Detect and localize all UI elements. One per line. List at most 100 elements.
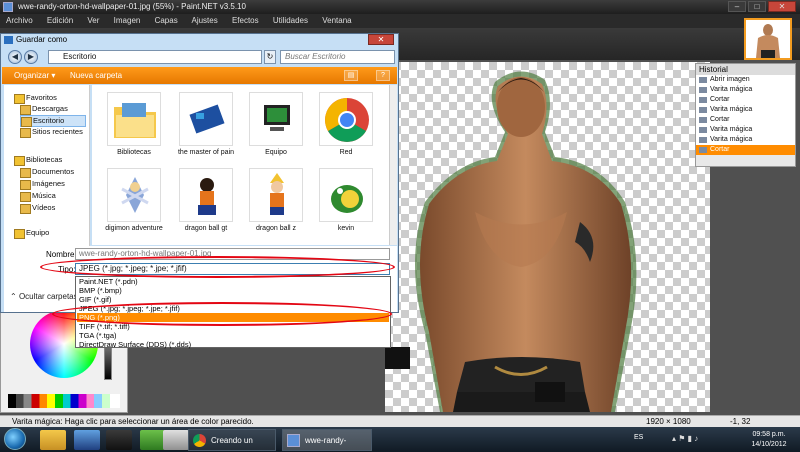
computer-icon bbox=[249, 92, 303, 146]
file-item[interactable]: dragon ball gt bbox=[176, 168, 236, 233]
history-item[interactable]: Varita mágica bbox=[696, 105, 795, 115]
file-label: dragon ball gt bbox=[184, 225, 228, 232]
organize-button[interactable]: Organizar ▾ bbox=[14, 67, 55, 84]
type-option[interactable]: BMP (*.bmp) bbox=[77, 286, 389, 295]
history-item[interactable]: Varita mágica bbox=[696, 125, 795, 135]
menu-archivo[interactable]: Archivo bbox=[6, 16, 33, 25]
clock-time: 09:58 p.m. bbox=[752, 431, 786, 438]
taskbar-chrome-task[interactable]: Creando un nuev... bbox=[188, 429, 276, 451]
task-label: wwe-randy-orton... bbox=[305, 436, 347, 445]
menu-efectos[interactable]: Efectos bbox=[232, 16, 259, 25]
address-bar[interactable]: Escritorio bbox=[48, 50, 262, 64]
dialog-command-bar: Organizar ▾ Nueva carpeta ▤ ? bbox=[2, 67, 397, 84]
paintnet-titlebar: wwe-randy-orton-hd-wallpaper-01.jpg (55%… bbox=[0, 0, 800, 14]
image-icon bbox=[319, 168, 373, 222]
chrome-icon bbox=[193, 434, 206, 447]
save-dialog-icon bbox=[4, 36, 13, 44]
nav-escritorio[interactable]: Escritorio bbox=[20, 115, 86, 127]
status-text: Varita mágica: Haga clic para selecciona… bbox=[12, 417, 254, 426]
nav-sitios-recientes[interactable]: Sitios recientes bbox=[20, 127, 83, 138]
image-icon bbox=[249, 168, 303, 222]
app-icon[interactable] bbox=[163, 430, 189, 450]
wrestler-image bbox=[385, 71, 637, 412]
paintnet-app-icon bbox=[3, 2, 13, 12]
nav-equipo[interactable]: Equipo bbox=[14, 228, 49, 239]
task-label: Creando un nuev... bbox=[211, 436, 253, 445]
nav-imagenes[interactable]: Imágenes bbox=[20, 179, 65, 190]
dialog-titlebar: Guardar como bbox=[0, 33, 399, 47]
dialog-close-button[interactable]: ✕ bbox=[368, 34, 394, 45]
forward-icon[interactable]: ▶ bbox=[24, 50, 38, 64]
file-item[interactable]: Equipo bbox=[246, 92, 306, 157]
search-input[interactable]: Buscar Escritorio bbox=[280, 50, 395, 64]
maximize-button[interactable]: □ bbox=[748, 1, 766, 12]
close-button[interactable]: ✕ bbox=[768, 1, 796, 12]
file-item[interactable]: dragon ball z bbox=[246, 168, 306, 233]
clock-date: 14/10/2012 bbox=[751, 441, 787, 448]
type-option[interactable]: TGA (*.tga) bbox=[77, 331, 389, 340]
history-toolbar bbox=[696, 155, 795, 166]
thumbnail-figure-icon bbox=[746, 20, 790, 58]
image-thumbnail[interactable] bbox=[744, 18, 792, 60]
file-item[interactable]: Red bbox=[316, 92, 376, 157]
nav-favorites[interactable]: Favoritos bbox=[14, 93, 57, 104]
history-item[interactable]: Varita mágica bbox=[696, 135, 795, 145]
history-item[interactable]: Varita mágica bbox=[696, 85, 795, 95]
start-button[interactable] bbox=[4, 428, 26, 450]
menu-ajustes[interactable]: Ajustes bbox=[191, 16, 217, 25]
annotation-ring-png bbox=[52, 302, 392, 326]
file-label: Bibliotecas bbox=[117, 149, 151, 156]
hide-folders-label: Ocultar carpetas bbox=[18, 292, 78, 301]
help-icon[interactable]: ? bbox=[376, 70, 390, 81]
menu-utilidades[interactable]: Utilidades bbox=[273, 16, 308, 25]
menu-ver[interactable]: Ver bbox=[87, 16, 99, 25]
nav-bibliotecas[interactable]: Bibliotecas bbox=[14, 155, 62, 166]
file-label: the master of pain bbox=[177, 149, 235, 156]
nav-descargas[interactable]: Descargas bbox=[20, 104, 68, 115]
menu-edicion[interactable]: Edición bbox=[47, 16, 73, 25]
shortcut-icon bbox=[179, 92, 233, 146]
address-text: Escritorio bbox=[63, 52, 97, 61]
menu-imagen[interactable]: Imagen bbox=[114, 16, 141, 25]
dialog-title: Guardar como bbox=[16, 35, 68, 44]
file-label: Equipo bbox=[265, 149, 287, 156]
taskbar-paintnet-task[interactable]: wwe-randy-orton... bbox=[282, 429, 372, 451]
paintnet-title-text: wwe-randy-orton-hd-wallpaper-01.jpg (55%… bbox=[18, 2, 246, 11]
app-icon[interactable] bbox=[106, 430, 132, 450]
view-options-icon[interactable]: ▤ bbox=[344, 70, 358, 81]
explorer-icon[interactable] bbox=[40, 430, 66, 450]
back-icon[interactable]: ◀ bbox=[8, 50, 22, 64]
new-folder-button[interactable]: Nueva carpeta bbox=[70, 67, 122, 84]
image-icon bbox=[179, 168, 233, 222]
media-player-icon[interactable] bbox=[74, 430, 100, 450]
file-item[interactable]: Bibliotecas bbox=[104, 92, 164, 157]
file-label: Red bbox=[339, 149, 353, 156]
menu-capas[interactable]: Capas bbox=[155, 16, 178, 25]
file-item[interactable]: digimon adventure bbox=[104, 168, 164, 233]
status-bar: Varita mágica: Haga clic para selecciona… bbox=[0, 415, 800, 427]
hide-folders-toggle[interactable]: ⌃ Ocultar carpetas bbox=[10, 292, 78, 301]
nav-documentos[interactable]: Documentos bbox=[20, 167, 74, 178]
clock[interactable]: 09:58 p.m. 14/10/2012 bbox=[740, 429, 798, 451]
file-label: digimon adventure bbox=[105, 225, 163, 232]
history-item-selected[interactable]: Cortar bbox=[696, 145, 795, 155]
refresh-icon[interactable]: ↻ bbox=[264, 50, 276, 64]
language-indicator[interactable]: ES bbox=[634, 434, 643, 441]
file-list-scrollbar[interactable] bbox=[389, 85, 397, 245]
name-label: Nombre: bbox=[46, 250, 77, 259]
history-item[interactable]: Cortar bbox=[696, 115, 795, 125]
type-option[interactable]: DirectDraw Surface (DDS) (*.dds) bbox=[77, 340, 389, 349]
file-item[interactable]: the master of pain bbox=[176, 92, 236, 157]
nav-musica[interactable]: Música bbox=[20, 191, 56, 202]
color-palette[interactable] bbox=[8, 394, 120, 408]
chrome-icon bbox=[319, 92, 373, 146]
history-item[interactable]: Abrir imagen bbox=[696, 75, 795, 85]
history-item[interactable]: Cortar bbox=[696, 95, 795, 105]
nav-videos[interactable]: Vídeos bbox=[20, 203, 55, 214]
file-item[interactable]: kevin bbox=[316, 168, 376, 233]
type-option[interactable]: Paint.NET (*.pdn) bbox=[77, 277, 389, 286]
menu-ventana[interactable]: Ventana bbox=[322, 16, 351, 25]
history-title: Historial bbox=[696, 64, 795, 75]
minimize-button[interactable]: – bbox=[728, 1, 746, 12]
tray-icons[interactable]: ▴ ⚑ ▮ ♪ bbox=[672, 434, 732, 446]
